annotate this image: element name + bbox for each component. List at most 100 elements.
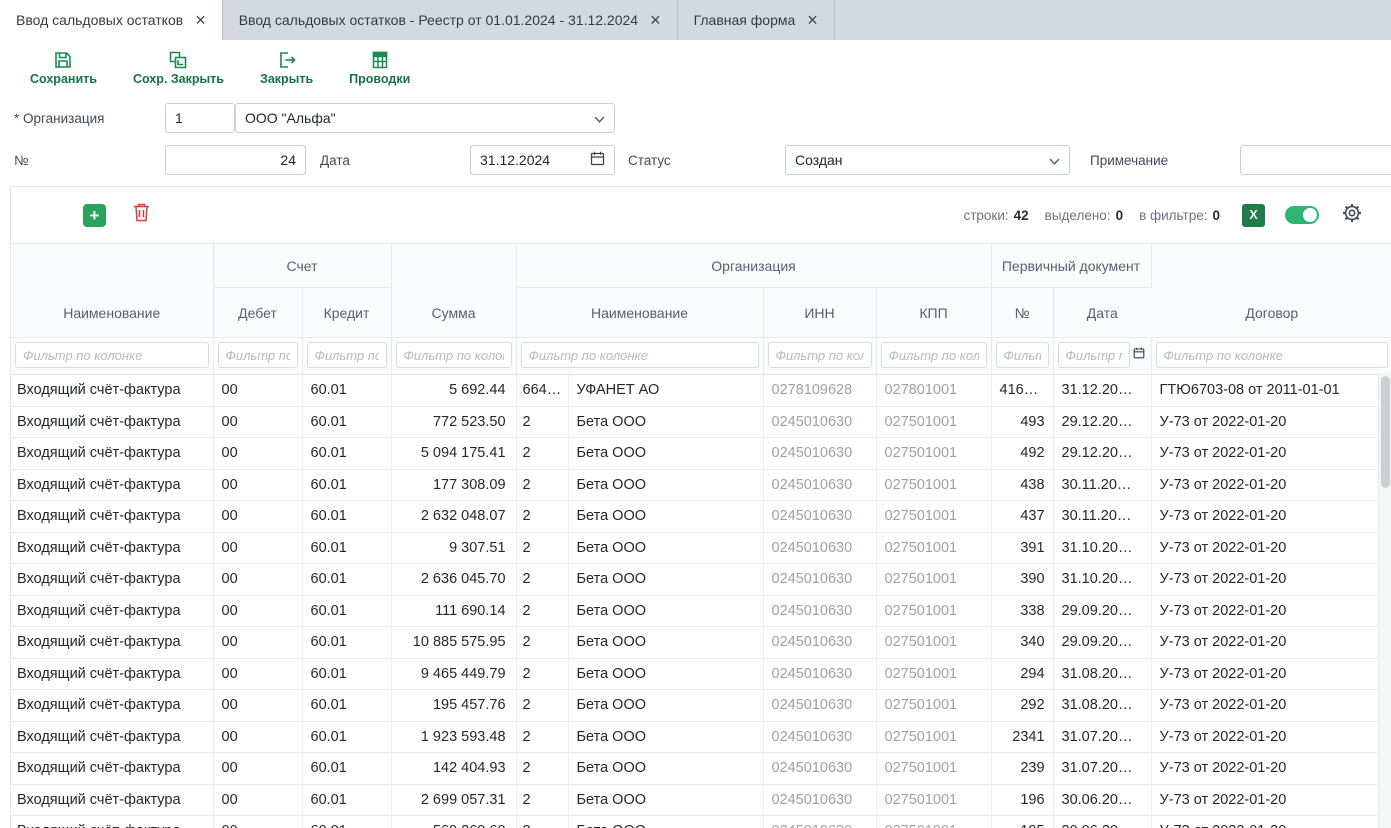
cell-org-code[interactable]: 2 <box>516 595 568 627</box>
filter-inn-input[interactable] <box>768 342 872 368</box>
cell-doc-type[interactable]: Входящий счёт-фактура <box>11 753 213 785</box>
cell-org-name[interactable]: Бета ООО <box>568 438 763 470</box>
excel-export-button[interactable]: X <box>1242 204 1265 227</box>
cell-org-name[interactable]: Бета ООО <box>568 690 763 722</box>
cell-kpp[interactable]: 027501001 <box>876 627 991 659</box>
cell-sum[interactable]: 1 923 593.48 <box>391 721 516 753</box>
cell-org-code[interactable]: 2 <box>516 658 568 690</box>
cell-doc-type[interactable]: Входящий счёт-фактура <box>11 469 213 501</box>
cell-doc-type[interactable]: Входящий счёт-фактура <box>11 690 213 722</box>
cell-doc-date[interactable]: 29.12.20… <box>1053 438 1151 470</box>
cell-doc-number[interactable]: 340 <box>991 627 1053 659</box>
table-row[interactable]: Входящий счёт-фактура 00 60.01 1 923 593… <box>11 721 1391 753</box>
cell-inn[interactable]: 0245010630 <box>763 627 876 659</box>
cell-debit[interactable]: 00 <box>213 816 302 828</box>
close-button[interactable]: Закрыть <box>260 50 313 86</box>
cell-doc-number[interactable]: 416700 <box>991 375 1053 407</box>
cell-org-name[interactable]: Бета ООО <box>568 532 763 564</box>
cell-credit[interactable]: 60.01 <box>302 595 391 627</box>
table-row[interactable]: Входящий счёт-фактура 00 60.01 9 465 449… <box>11 658 1391 690</box>
cell-inn[interactable]: 0245010630 <box>763 753 876 785</box>
organization-code-field[interactable] <box>165 103 235 133</box>
cell-kpp[interactable]: 027501001 <box>876 690 991 722</box>
cell-inn[interactable]: 0278109628 <box>763 375 876 407</box>
cell-sum[interactable]: 10 885 575.95 <box>391 627 516 659</box>
table-row[interactable]: Входящий счёт-фактура 00 60.01 5 094 175… <box>11 438 1391 470</box>
cell-kpp[interactable]: 027501001 <box>876 816 991 828</box>
cell-doc-type[interactable]: Входящий счёт-фактура <box>11 532 213 564</box>
table-row[interactable]: Входящий счёт-фактура 00 60.01 111 690.1… <box>11 595 1391 627</box>
cell-debit[interactable]: 00 <box>213 501 302 533</box>
cell-credit[interactable]: 60.01 <box>302 469 391 501</box>
column-header-contract[interactable]: Договор <box>1151 244 1391 338</box>
cell-org-name[interactable]: Бета ООО <box>568 406 763 438</box>
cell-debit[interactable]: 00 <box>213 375 302 407</box>
cell-org-code[interactable]: 2 <box>516 627 568 659</box>
cell-contract[interactable]: У-73 от 2022-01-20 <box>1151 784 1391 816</box>
cell-org-code[interactable]: 2 <box>516 690 568 722</box>
cell-doc-date[interactable]: 31.10.20… <box>1053 532 1151 564</box>
save-close-button[interactable]: Сохр. Закрыть <box>133 50 224 86</box>
cell-credit[interactable]: 60.01 <box>302 753 391 785</box>
cell-contract[interactable]: У-73 от 2022-01-20 <box>1151 816 1391 828</box>
scrollbar-thumb[interactable] <box>1381 376 1390 488</box>
cell-contract[interactable]: У-73 от 2022-01-20 <box>1151 753 1391 785</box>
cell-sum[interactable]: 111 690.14 <box>391 595 516 627</box>
cell-org-name[interactable]: Бета ООО <box>568 658 763 690</box>
cell-contract[interactable]: У-73 от 2022-01-20 <box>1151 469 1391 501</box>
postings-button[interactable]: Проводки <box>349 50 410 86</box>
cell-doc-date[interactable]: 30.11.20… <box>1053 501 1151 533</box>
cell-contract[interactable]: ГТЮ6703-08 от 2011-01-01 <box>1151 375 1391 407</box>
cell-inn[interactable]: 0245010630 <box>763 406 876 438</box>
column-header-name[interactable]: Наименование <box>11 244 213 338</box>
cell-debit[interactable]: 00 <box>213 784 302 816</box>
note-field[interactable] <box>1240 145 1391 175</box>
cell-sum[interactable]: 9 465 449.79 <box>391 658 516 690</box>
status-select[interactable]: Создан <box>785 145 1070 175</box>
number-input[interactable] <box>175 152 296 168</box>
column-header-org-name[interactable]: Наименование <box>516 288 763 338</box>
tab-close-icon[interactable]: × <box>650 11 661 29</box>
filter-doc-date-input[interactable] <box>1058 342 1130 368</box>
filter-name-input[interactable] <box>15 342 209 368</box>
cell-doc-date[interactable]: 31.10.20… <box>1053 564 1151 596</box>
filter-org-name-input[interactable] <box>521 342 759 368</box>
cell-contract[interactable]: У-73 от 2022-01-20 <box>1151 690 1391 722</box>
settings-button[interactable] <box>1341 202 1363 229</box>
tab-main-form[interactable]: Главная форма × <box>678 0 835 40</box>
cell-org-name[interactable]: Бета ООО <box>568 564 763 596</box>
table-row[interactable]: Входящий счёт-фактура 00 60.01 5 692.44 … <box>11 375 1391 407</box>
cell-kpp[interactable]: 027801001 <box>876 375 991 407</box>
cell-inn[interactable]: 0245010630 <box>763 564 876 596</box>
cell-inn[interactable]: 0245010630 <box>763 469 876 501</box>
cell-doc-type[interactable]: Входящий счёт-фактура <box>11 501 213 533</box>
cell-doc-number[interactable]: 493 <box>991 406 1053 438</box>
cell-doc-type[interactable]: Входящий счёт-фактура <box>11 658 213 690</box>
table-row[interactable]: Входящий счёт-фактура 00 60.01 2 699 057… <box>11 784 1391 816</box>
cell-doc-type[interactable]: Входящий счёт-фактура <box>11 438 213 470</box>
cell-credit[interactable]: 60.01 <box>302 627 391 659</box>
column-header-kpp[interactable]: КПП <box>876 288 991 338</box>
cell-doc-number[interactable]: 438 <box>991 469 1053 501</box>
cell-kpp[interactable]: 027501001 <box>876 438 991 470</box>
cell-doc-type[interactable]: Входящий счёт-фактура <box>11 721 213 753</box>
cell-doc-type[interactable]: Входящий счёт-фактура <box>11 564 213 596</box>
table-row[interactable]: Входящий счёт-фактура 00 60.01 2 636 045… <box>11 564 1391 596</box>
cell-doc-number[interactable]: 492 <box>991 438 1053 470</box>
cell-org-name[interactable]: Бета ООО <box>568 784 763 816</box>
cell-org-code[interactable]: 2 <box>516 501 568 533</box>
cell-debit[interactable]: 00 <box>213 564 302 596</box>
cell-org-name[interactable]: Бета ООО <box>568 721 763 753</box>
cell-org-name[interactable]: Бета ООО <box>568 595 763 627</box>
cell-org-code[interactable]: 2 <box>516 784 568 816</box>
cell-debit[interactable]: 00 <box>213 438 302 470</box>
table-row[interactable]: Входящий счёт-фактура 00 60.01 195 457.7… <box>11 690 1391 722</box>
table-row[interactable]: Входящий счёт-фактура 00 60.01 142 404.9… <box>11 753 1391 785</box>
cell-kpp[interactable]: 027501001 <box>876 658 991 690</box>
cell-inn[interactable]: 0245010630 <box>763 690 876 722</box>
cell-contract[interactable]: У-73 от 2022-01-20 <box>1151 406 1391 438</box>
add-row-button[interactable]: + <box>83 204 106 227</box>
filter-debit-input[interactable] <box>218 342 298 368</box>
organization-code-input[interactable] <box>175 110 225 126</box>
calendar-icon[interactable] <box>1133 346 1145 364</box>
